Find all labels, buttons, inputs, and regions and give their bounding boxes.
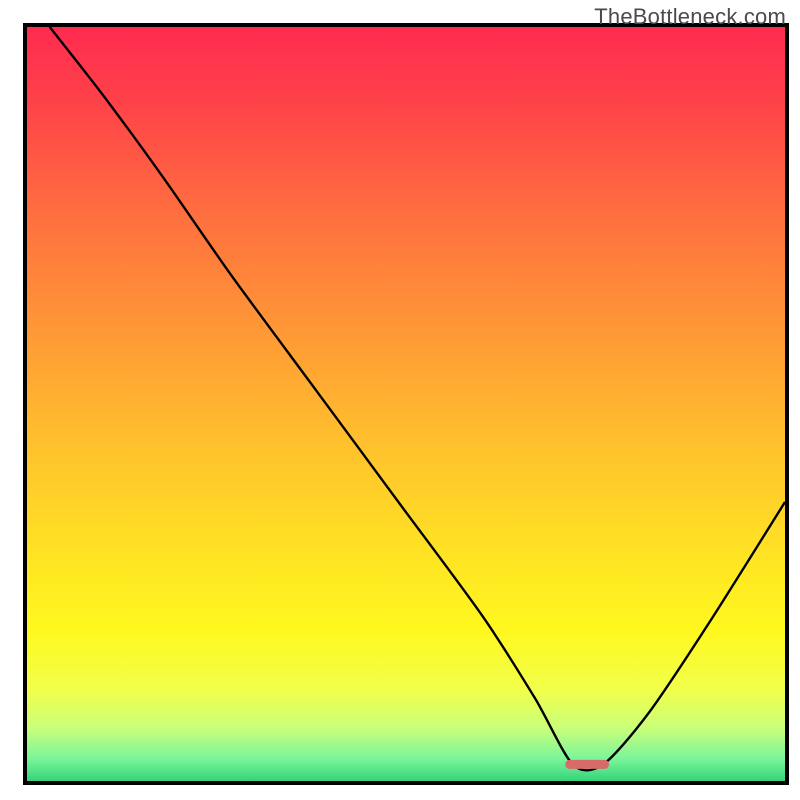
chart-container: TheBottleneck.com (0, 0, 800, 800)
bottleneck-chart (0, 0, 800, 800)
chart-gradient-bg (27, 27, 785, 781)
watermark-text: TheBottleneck.com (594, 4, 786, 30)
